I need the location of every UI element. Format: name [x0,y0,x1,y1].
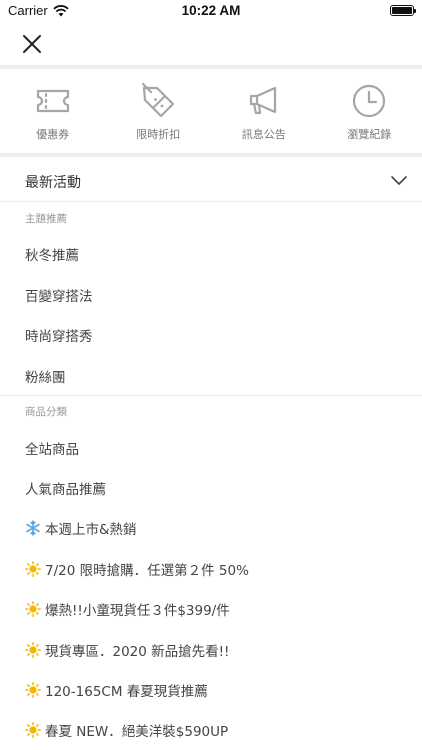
theme-section-label: 主題推薦 [25,213,67,225]
close-button[interactable] [20,32,44,56]
latest-activity-dropdown[interactable]: 最新活動 [0,158,422,202]
sun-icon [25,722,41,738]
snowflake-icon [26,520,40,536]
megaphone-icon [249,86,276,115]
divider [0,395,422,396]
sun-icon [25,682,41,698]
quick-action-announcement[interactable]: 訊息公告 [211,70,317,154]
menu-item-label: 爆熱!!小童現貨任３件$399/件 [45,603,230,619]
menu-item-label: 春夏 NEW．絕美洋裝$590UP [45,724,229,740]
latest-activity-title: 最新活動 [25,175,81,191]
quick-action-label: 瀏覽紀錄 [347,128,392,141]
status-bar: Carrier 10:22 AM [0,0,422,22]
menu-item-in-stock[interactable]: 現貨專區．2020 新品搶先看!! [25,640,229,660]
menu-item-dresses[interactable]: 春夏 NEW．絕美洋裝$590UP [25,720,228,740]
sun-icon [25,601,41,617]
battery-icon [390,5,416,16]
menu-item-autumn-winter[interactable]: 秋冬推薦 [25,244,79,264]
menu-item-flash-sale[interactable]: 7/20 限時搶購．任選第２件 50% [25,559,249,579]
quick-actions: 優惠券 限時折扣 訊息公告 瀏覽紀錄 [0,70,422,154]
menu-item-all-products[interactable]: 全站商品 [25,438,79,458]
chevron-down-icon [391,176,407,185]
sun-icon [25,642,41,658]
quick-action-label: 訊息公告 [241,128,286,141]
menu-item-fashion-show[interactable]: 時尚穿搭秀 [25,325,93,345]
menu-item-label: 現貨專區．2020 新品搶先看!! [45,644,230,660]
ticket-icon [36,89,69,113]
menu-item-popular[interactable]: 人氣商品推薦 [25,478,106,498]
category-section-label: 商品分類 [25,406,67,418]
menu-item-kids-deal[interactable]: 爆熱!!小童現貨任３件$399/件 [25,599,230,619]
menu-item-size-range[interactable]: 120-165CM 春夏現貨推薦 [25,680,208,700]
quick-action-coupon[interactable]: 優惠券 [0,70,106,154]
quick-action-history[interactable]: 瀏覽紀錄 [317,70,422,154]
clock-icon [353,84,386,118]
menu-item-label: 120-165CM 春夏現貨推薦 [45,684,208,700]
discount-tag-icon [142,82,175,118]
menu-item-label: 本週上市&熱銷 [45,522,137,538]
quick-action-label: 優惠券 [36,128,70,141]
quick-action-discount[interactable]: 限時折扣 [106,70,212,154]
menu-item-fan-club[interactable]: 粉絲團 [25,366,66,386]
close-icon [23,35,41,53]
divider [0,153,422,157]
menu-item-weekly-new[interactable]: 本週上市&熱銷 [25,518,137,538]
sun-icon [25,561,41,577]
menu-item-label: 7/20 限時搶購．任選第２件 50% [45,563,249,579]
menu-item-styling-tips[interactable]: 百變穿搭法 [25,285,93,305]
clock-time: 10:22 AM [181,3,241,18]
divider [0,65,422,69]
quick-action-label: 限時折扣 [136,128,181,141]
